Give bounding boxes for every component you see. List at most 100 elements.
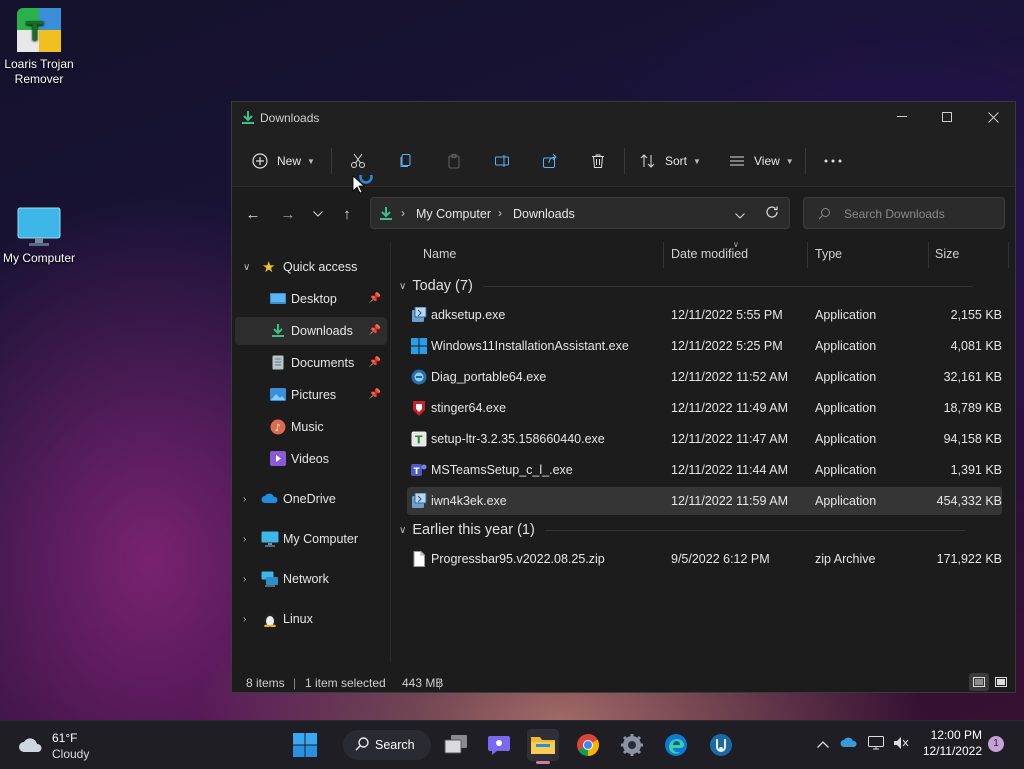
settings-button[interactable] [616,729,648,761]
column-divider[interactable] [928,242,929,268]
copy-button[interactable] [398,146,414,176]
table-row[interactable]: Windows11InstallationAssistant.exe 12/11… [407,332,1002,360]
rename-button[interactable] [494,146,510,176]
column-header-name[interactable]: Name [423,242,456,270]
breadcrumb-my-computer[interactable]: My Computer [416,207,491,221]
view-label: View [754,154,780,168]
network-tray-icon[interactable] [868,735,886,754]
address-bar[interactable]: › My Computer › Downloads [370,197,790,229]
file-name: setup-ltr-3.2.35.158660440.exe [431,432,605,446]
table-row[interactable]: stinger64.exe 12/11/2022 11:49 AM Applic… [407,394,1002,422]
task-view-button[interactable] [440,729,472,761]
sidebar-item-videos[interactable]: Videos [235,445,387,473]
sidebar-item-onedrive[interactable]: › OneDrive [235,485,387,513]
recent-locations-button[interactable] [306,204,330,224]
delete-button[interactable] [590,146,606,176]
sidebar-item-documents[interactable]: Documents 📌 [235,349,387,377]
search-icon [355,736,369,754]
large-icons-view-button[interactable] [992,673,1010,691]
sidebar-item-desktop[interactable]: Desktop 📌 [235,285,387,313]
volume-muted-icon[interactable] [893,736,909,753]
table-row[interactable]: T MSTeamsSetup_c_l_.exe 12/11/2022 11:44… [407,456,1002,484]
table-row[interactable]: adksetup.exe 12/11/2022 5:55 PM Applicat… [407,301,1002,329]
table-row[interactable]: Diag_portable64.exe 12/11/2022 11:52 AM … [407,363,1002,391]
table-row[interactable]: Progressbar95.v2022.08.25.zip 9/5/2022 6… [407,545,1002,573]
sidebar-item-downloads[interactable]: Downloads 📌 [235,317,387,345]
sidebar-item-music[interactable]: ♪ Music [235,413,387,441]
chevron-right-icon: › [243,573,247,585]
sidebar-item-quick-access[interactable]: ∨ ★ Quick access [235,253,387,281]
column-divider[interactable] [663,242,664,268]
desktop-icon-my-computer[interactable]: My Computer [0,206,79,265]
sidebar-item-label: Desktop [291,292,337,306]
sidebar-item-pictures[interactable]: Pictures 📌 [235,381,387,409]
weather-widget[interactable]: 61°F Cloudy [16,729,106,761]
more-options-button[interactable] [824,146,842,176]
file-name: Progressbar95.v2022.08.25.zip [431,552,605,566]
cloud-icon [18,735,44,756]
chevron-right-icon: › [243,493,247,505]
active-indicator [536,761,550,764]
chevron-down-icon [735,213,745,219]
taskbar-search-button[interactable]: Search [343,730,431,760]
refresh-button[interactable] [765,205,779,222]
loaris-setup-icon: T [411,431,427,447]
installer-icon [411,306,427,323]
column-divider[interactable] [1008,242,1009,268]
file-size: 2,155 KB [950,308,1002,322]
sidebar-item-my-computer[interactable]: › My Computer [235,525,387,553]
clipboard-icon [448,154,460,169]
toolbar-divider [624,148,625,174]
up-button[interactable]: ↑ [335,204,359,224]
teams-icon: T [411,462,427,478]
sidebar-item-label: Music [291,420,324,434]
new-button[interactable]: New ▼ [252,146,315,176]
taskbar-search-label: Search [375,738,415,752]
stinger-icon [411,400,427,416]
group-header-today[interactable]: ∨ Today (7) [399,276,999,296]
address-dropdown-button[interactable] [735,208,745,222]
table-row[interactable]: T setup-ltr-3.2.35.158660440.exe 12/11/2… [407,425,1002,453]
search-icon [818,207,831,223]
chevron-up-icon[interactable] [817,737,829,751]
clock[interactable]: 12:00 PM 12/11/2022 [918,728,982,758]
table-row-selected[interactable]: iwn4k3ek.exe 12/11/2022 11:59 AM Applica… [407,487,1002,515]
desktop-icon-loaris[interactable]: T Loaris Trojan Remover [0,6,79,87]
minimize-button[interactable] [879,102,925,132]
file-size: 18,789 KB [943,401,1002,415]
sidebar-item-network[interactable]: › Network [235,565,387,593]
view-button[interactable]: View ▼ [729,146,794,176]
group-header-earlier[interactable]: ∨ Earlier this year (1) [399,520,999,540]
breadcrumb-separator: › [401,206,405,220]
title-bar[interactable]: Downloads [232,102,1015,134]
file-explorer-taskbar-button[interactable] [527,729,559,764]
back-button[interactable]: ← [241,204,265,224]
cut-button[interactable] [350,146,366,176]
chrome-button[interactable] [572,729,604,761]
column-header-size[interactable]: Size [935,242,959,270]
sort-button[interactable]: Sort ▼ [640,146,701,176]
tiles-view-icon [995,677,1007,687]
taskbar: 61°F Cloudy Search 12:00 PM 12/11/2022 1 [0,720,1024,769]
file-date: 12/11/2022 11:44 AM [671,463,788,477]
details-view-button[interactable] [969,673,989,691]
sidebar-item-linux[interactable]: › Linux [235,605,387,633]
column-header-type[interactable]: Type [815,242,842,270]
share-button[interactable] [542,146,558,176]
sidebar-item-label: My Computer [283,532,359,546]
sidebar-item-label: Network [283,572,329,586]
paste-button[interactable] [446,146,462,176]
onedrive-tray-icon[interactable] [840,736,858,751]
edge-button[interactable] [660,729,692,761]
close-button[interactable] [970,102,1016,132]
column-divider[interactable] [807,242,808,268]
breadcrumb-downloads[interactable]: Downloads [513,207,575,221]
maximize-button[interactable] [924,102,970,132]
start-button[interactable] [289,729,321,761]
column-header-date[interactable]: Date modified [671,242,748,270]
notification-badge[interactable]: 1 [988,736,1004,752]
chat-button[interactable] [483,729,515,761]
search-box[interactable]: Search Downloads [803,197,1005,229]
loaris-taskbar-button[interactable] [705,729,737,761]
forward-button[interactable]: → [276,204,300,224]
